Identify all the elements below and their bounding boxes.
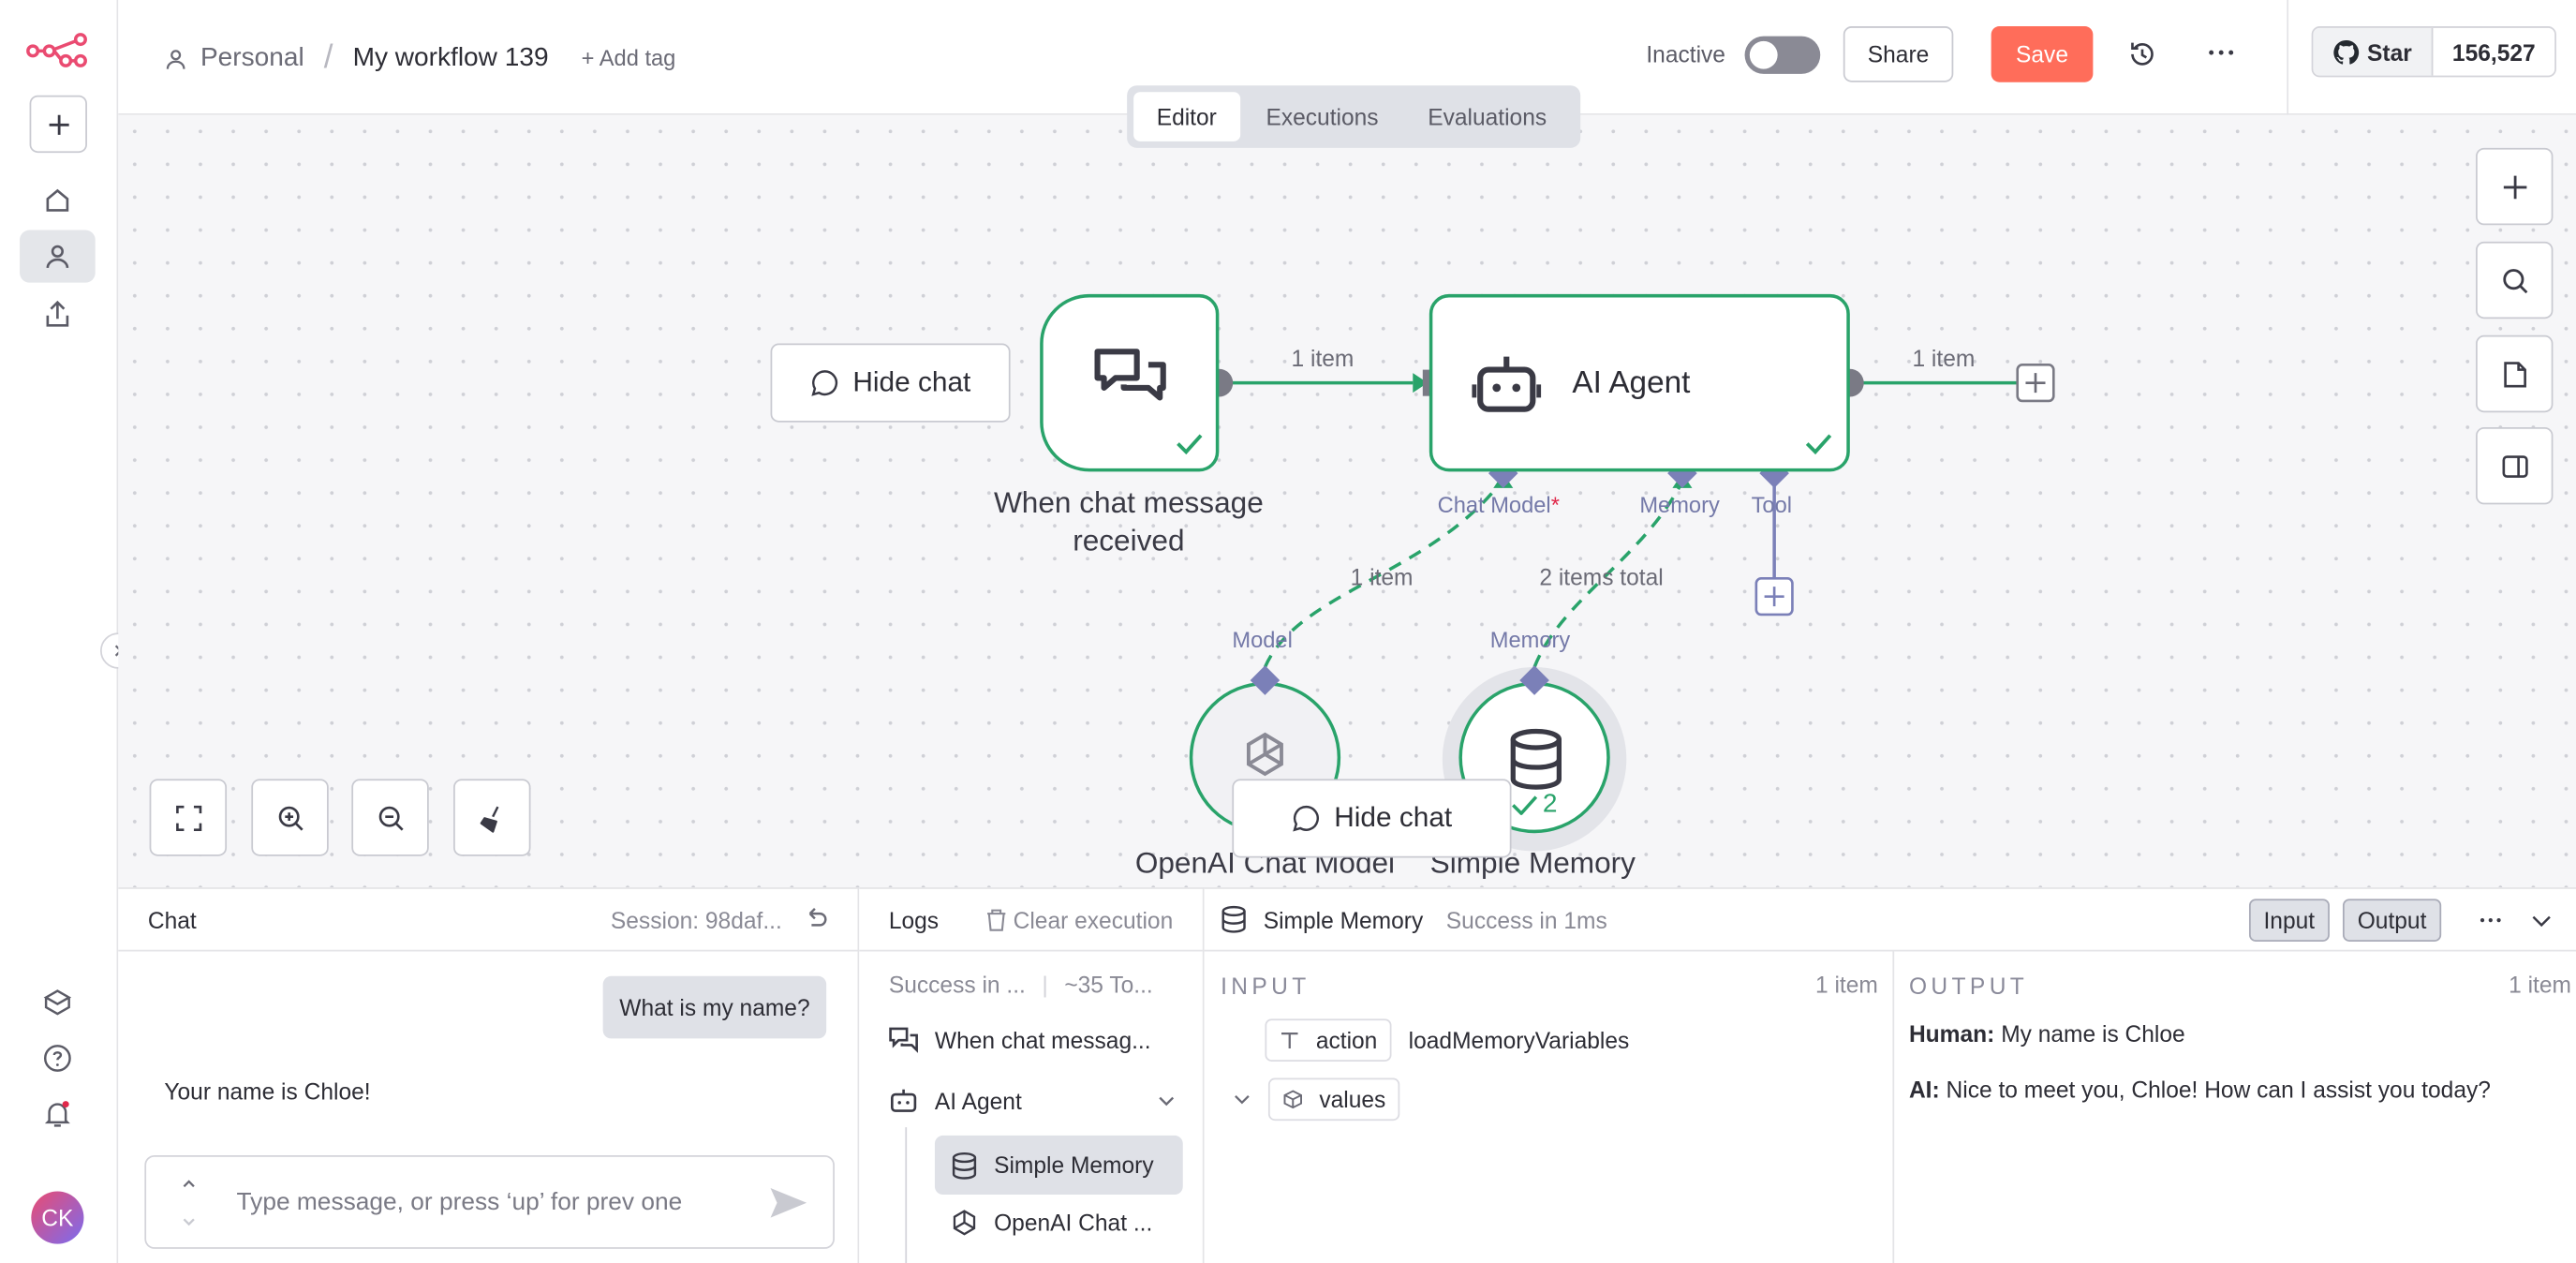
zoom-in-icon (277, 805, 303, 830)
templates-nav[interactable] (20, 976, 96, 1029)
output-line: Human: My name is Chloe (1908, 1020, 2185, 1048)
ellipsis-icon[interactable] (2478, 906, 2504, 932)
log-item[interactable]: OpenAI Chat ... (951, 1210, 1152, 1236)
output-count: 1 item (2509, 971, 2571, 998)
toggle-panel-button[interactable] (2476, 426, 2554, 505)
detail-status: Success in 1ms (1445, 906, 1607, 933)
hide-chat-button-overlay[interactable]: Hide chat (1232, 779, 1512, 858)
hide-chat-label: Hide chat (1334, 801, 1453, 834)
input-heading: INPUT (1221, 973, 1310, 1000)
chat-panel: Chat Session: 98daf... What is my name? … (118, 887, 860, 1263)
chat-panel-title: Chat (147, 906, 197, 933)
chat-session-id[interactable]: Session: 98daf... (611, 906, 782, 932)
output-line: AI: Nice to meet you, Chloe! How can I a… (1908, 1076, 2491, 1103)
chevron-down-icon[interactable] (1157, 1092, 1177, 1111)
object-type-icon (1283, 1090, 1302, 1109)
logs-summary: Success in ... | ~35 To... (888, 971, 1153, 998)
logs-panel: Logs Clear execution Success in ... | ~3… (859, 887, 1205, 1263)
output-heading: OUTPUT (1908, 973, 2029, 1000)
log-item[interactable]: When chat messag... (889, 1027, 1151, 1053)
plus-icon (2502, 174, 2526, 199)
input-row-action: action loadMemoryVariables (1265, 1018, 1629, 1062)
chat-input-placeholder: Type message, or press ‘up’ for prev one (236, 1188, 683, 1216)
input-key-chip: values (1267, 1077, 1401, 1122)
subnode-ports (1250, 665, 1549, 695)
chat-icon (889, 1027, 918, 1053)
chat-message-ai: Your name is Chloe! (164, 1077, 371, 1105)
input-row-values[interactable]: values (1232, 1077, 1401, 1122)
help-nav[interactable] (20, 1032, 96, 1084)
notifications-nav[interactable] (20, 1088, 96, 1140)
bell-icon (44, 1101, 70, 1127)
chat-input[interactable]: Type message, or press ‘up’ for prev one (144, 1154, 835, 1249)
node-detail-panel: Simple Memory Success in 1ms Input Outpu… (1204, 887, 2576, 1263)
tidy-up-button[interactable] (453, 779, 531, 856)
search-nodes-button[interactable] (2476, 241, 2554, 319)
box-icon (43, 989, 72, 1016)
memory-output-port[interactable] (1519, 665, 1549, 695)
note-icon (2503, 361, 2526, 387)
io-divider (1892, 951, 1895, 1263)
chevron-down-icon[interactable] (1232, 1090, 1251, 1109)
input-key-chip: action (1265, 1018, 1393, 1062)
avatar[interactable]: CK (31, 1191, 84, 1244)
clear-execution-button[interactable]: Clear execution (985, 906, 1173, 932)
search-icon (2502, 268, 2527, 293)
send-icon[interactable] (767, 1185, 810, 1222)
help-icon (44, 1045, 71, 1072)
text-type-icon (1281, 1033, 1298, 1048)
reset-icon[interactable] (802, 906, 828, 932)
fit-view-icon (175, 804, 201, 831)
input-toggle-button[interactable]: Input (2248, 898, 2330, 942)
chat-bubble-icon (1293, 805, 1320, 832)
zoom-in-button[interactable] (251, 779, 329, 856)
add-node-button[interactable] (2476, 147, 2554, 226)
output-toggle-button[interactable]: Output (2342, 898, 2442, 942)
database-icon (952, 1152, 977, 1179)
robot-icon (891, 1089, 917, 1112)
detail-node-name: Simple Memory (1263, 906, 1424, 933)
chat-message-user: What is my name? (602, 975, 827, 1039)
log-item-selected[interactable]: Simple Memory (934, 1135, 1183, 1196)
model-output-port[interactable] (1250, 665, 1281, 695)
chevron-down-icon[interactable] (2530, 908, 2554, 931)
fit-view-button[interactable] (149, 779, 228, 856)
logs-tokens: ~35 To... (1064, 971, 1153, 998)
openai-icon (953, 1210, 976, 1236)
database-icon (1221, 905, 1246, 933)
zoom-out-icon (378, 805, 403, 830)
log-item[interactable]: AI Agent (889, 1088, 1177, 1114)
input-value: loadMemoryVariables (1408, 1027, 1630, 1054)
input-count: 1 item (1814, 971, 1878, 998)
sticky-note-button[interactable] (2476, 334, 2554, 413)
broom-icon (479, 805, 498, 832)
zoom-out-button[interactable] (351, 779, 429, 856)
panel-icon (2501, 454, 2527, 478)
tree-line (905, 1127, 908, 1263)
history-arrows-icon[interactable] (179, 1173, 199, 1232)
logs-panel-title: Logs (888, 906, 940, 933)
trash-icon (986, 908, 1005, 930)
logs-status: Success in ... (888, 971, 1026, 998)
